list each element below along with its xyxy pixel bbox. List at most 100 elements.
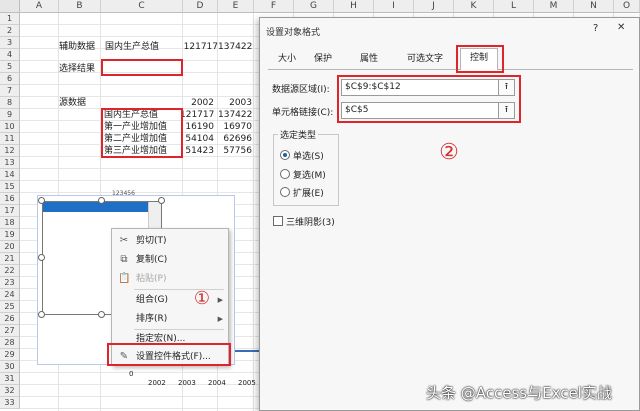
row-header[interactable]: 19 — [0, 229, 20, 241]
row-header[interactable]: 15 — [0, 181, 20, 193]
context-menu-item[interactable]: 📋 粘贴(P) — [112, 270, 228, 289]
column-header[interactable]: L — [494, 0, 534, 13]
aux-name[interactable]: 国内生产总值 — [105, 42, 159, 53]
source-item-value-2[interactable]: 137422 — [218, 110, 252, 121]
radio-extend[interactable] — [280, 187, 290, 197]
row-header[interactable]: 7 — [0, 85, 20, 97]
source-item-value-1[interactable]: 121717 — [180, 110, 214, 121]
resize-handle-tl[interactable] — [38, 197, 45, 204]
row-header[interactable]: 27 — [0, 325, 20, 337]
source-range-highlight — [101, 108, 183, 158]
row-header[interactable]: 30 — [0, 361, 20, 373]
shadow-checkbox-label[interactable]: 三维阴影(3) — [286, 215, 335, 228]
tab-properties[interactable]: 属性 — [354, 50, 384, 69]
row-header[interactable]: 9 — [0, 109, 20, 121]
resize-handle-bl[interactable] — [38, 311, 45, 318]
row-header[interactable]: 8 — [0, 97, 20, 109]
column-header[interactable]: G — [294, 0, 334, 13]
source-item-value-2[interactable]: 16970 — [218, 122, 252, 133]
column-header[interactable]: F — [254, 0, 294, 13]
row-header[interactable]: 3 — [0, 37, 20, 49]
tab-protection[interactable]: 保护 — [308, 50, 338, 69]
row-header[interactable]: 33 — [0, 397, 20, 409]
radio-extend-label[interactable]: 扩展(E) — [293, 186, 324, 199]
x-tick-label: 2004 — [208, 379, 226, 387]
row-header[interactable]: 11 — [0, 133, 20, 145]
row-header[interactable]: 14 — [0, 169, 20, 181]
resize-handle-ml[interactable] — [38, 254, 45, 261]
source-item-value-1[interactable]: 51423 — [180, 146, 214, 157]
help-button[interactable]: ? — [593, 23, 598, 34]
source-item-value-2[interactable]: 62696 — [218, 134, 252, 145]
year-header-2[interactable]: 2003 — [218, 98, 252, 109]
row-header[interactable]: 2 — [0, 25, 20, 37]
row-header[interactable]: 29 — [0, 349, 20, 361]
aux-label[interactable]: 辅助数据 — [59, 42, 95, 53]
context-menu-item[interactable]: 排序(R) ▶ — [112, 310, 228, 329]
resize-handle-tr[interactable] — [158, 197, 165, 204]
column-header[interactable]: H — [334, 0, 374, 13]
row-header[interactable]: 23 — [0, 277, 20, 289]
source-label[interactable]: 源数据 — [59, 98, 86, 109]
radio-single-label[interactable]: 单选(S) — [293, 149, 324, 162]
row-header[interactable]: 22 — [0, 265, 20, 277]
row-header[interactable]: 5 — [0, 61, 20, 73]
select-result-label[interactable]: 选择结果 — [59, 64, 95, 75]
row-header[interactable]: 32 — [0, 385, 20, 397]
source-item-value-1[interactable]: 54104 — [180, 134, 214, 145]
selection-type-label: 选定类型 — [278, 128, 319, 141]
row-header[interactable]: 16 — [0, 193, 20, 205]
row-header[interactable]: 20 — [0, 241, 20, 253]
aux-value-2[interactable]: 137422 — [218, 42, 252, 53]
format-control-highlight — [107, 343, 231, 366]
resize-handle-bm[interactable] — [98, 311, 105, 318]
row-header[interactable]: 31 — [0, 373, 20, 385]
column-header[interactable]: I — [374, 0, 414, 13]
column-header[interactable]: O — [614, 0, 640, 13]
row-header[interactable]: 21 — [0, 253, 20, 265]
row-header[interactable]: 4 — [0, 49, 20, 61]
tab-alt-text[interactable]: 可选文字 — [400, 50, 450, 69]
row-header[interactable]: 26 — [0, 313, 20, 325]
column-header[interactable]: D — [183, 0, 218, 13]
column-header[interactable]: M — [534, 0, 574, 13]
column-header[interactable]: J — [414, 0, 454, 13]
x-tick-label: 2003 — [178, 379, 196, 387]
column-header[interactable]: K — [454, 0, 494, 13]
column-header[interactable]: N — [574, 0, 614, 13]
context-menu-item[interactable]: ⧉ 复制(C) — [112, 251, 228, 270]
row-header[interactable]: 18 — [0, 217, 20, 229]
x-tick-label: 2002 — [148, 379, 166, 387]
row-header[interactable]: 13 — [0, 157, 20, 169]
aux-value-1[interactable]: 121717 — [180, 42, 218, 53]
resize-handle-tm[interactable] — [98, 197, 105, 204]
column-header[interactable]: C — [101, 0, 183, 13]
radio-single[interactable] — [280, 150, 290, 160]
row-header[interactable]: 28 — [0, 337, 20, 349]
list-box-selected-item[interactable] — [43, 202, 149, 212]
source-item-value-1[interactable]: 16190 — [180, 122, 214, 133]
column-header[interactable]: A — [20, 0, 59, 13]
year-header-1[interactable]: 2002 — [180, 98, 214, 109]
row-header[interactable]: 10 — [0, 121, 20, 133]
row-header[interactable]: 25 — [0, 301, 20, 313]
source-item-value-2[interactable]: 57756 — [218, 146, 252, 157]
select-result-cell[interactable] — [101, 59, 183, 76]
select-all-corner[interactable] — [0, 0, 20, 13]
row-header[interactable]: 6 — [0, 73, 20, 85]
scissors-icon: ✂ — [119, 235, 129, 246]
row-header[interactable]: 12 — [0, 145, 20, 157]
fields-highlight — [337, 75, 521, 123]
row-header[interactable]: 1 — [0, 13, 20, 25]
close-button[interactable]: ✕ — [617, 22, 625, 33]
row-header[interactable]: 17 — [0, 205, 20, 217]
tab-size[interactable]: 大小 — [272, 50, 302, 69]
radio-multi-label[interactable]: 复选(M) — [293, 168, 326, 181]
radio-multi[interactable] — [280, 169, 290, 179]
context-menu-item[interactable]: ✂ 剪切(T) — [112, 232, 228, 251]
column-header[interactable]: E — [218, 0, 254, 13]
column-header[interactable]: B — [59, 0, 101, 13]
context-menu-label: 粘贴(P) — [136, 274, 167, 284]
shadow-checkbox[interactable] — [273, 216, 283, 226]
row-header[interactable]: 24 — [0, 289, 20, 301]
